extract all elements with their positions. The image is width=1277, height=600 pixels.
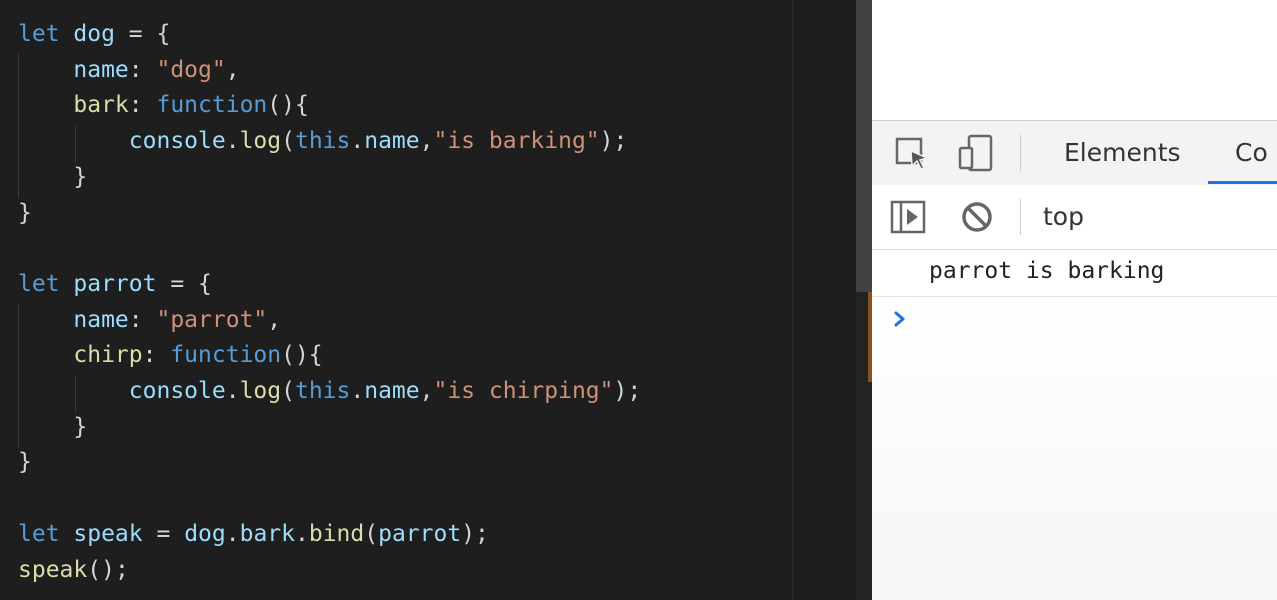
console-toolbar: top [872,185,1277,250]
code-token: chirp [18,342,143,369]
code-token: "is barking" [433,128,600,155]
code-token: dog [59,21,115,47]
code-token: . [225,378,240,404]
code-token: this [294,128,351,155]
code-token: ); [613,378,642,404]
code-token: : [128,92,157,119]
code-line[interactable]: console.log(this.name,"is barking"); [18,123,628,159]
code-token: let [18,21,60,47]
code-line[interactable]: let dog = { [18,16,170,52]
code-line[interactable]: speak(); [18,552,129,588]
toolbar-separator [1020,135,1021,171]
code-line[interactable]: name: "dog", [18,52,240,88]
code-line[interactable]: let speak = dog.bark.bind(parrot); [18,516,489,552]
console-prompt[interactable] [872,297,1277,600]
inspect-element-icon[interactable] [894,136,930,176]
code-token: "is chirping" [433,378,614,404]
code-token: name [18,306,129,333]
code-token: function [170,342,282,369]
code-token: console [18,128,226,155]
context-selector[interactable]: top [1043,202,1084,231]
code-line[interactable]: } [18,444,32,480]
code-token: : [142,342,171,369]
show-sidebar-icon[interactable] [890,200,928,238]
code-token: this [294,378,351,404]
code-token: ); [599,128,628,155]
code-token: ( [364,520,379,547]
code-token: name [18,56,129,83]
code-token: name [364,128,420,155]
code-token: name [364,378,420,404]
code-line[interactable]: } [18,195,32,231]
code-token: let [18,270,60,297]
code-token: speak [59,520,143,547]
prompt-chevron-icon [892,309,908,333]
device-toolbar-icon[interactable] [957,134,995,176]
code-token: } [18,199,32,226]
code-token: = { [114,21,171,47]
code-token: log [239,128,282,155]
code-token: (); [87,556,129,583]
active-tab-indicator [1208,181,1277,184]
code-token: , [419,128,434,155]
code-token: function [156,92,268,119]
code-token: = [142,520,185,547]
code-line[interactable]: chirp: function(){ [18,337,323,373]
code-token: , [419,378,434,404]
code-token: (){ [281,342,323,369]
code-token: : [128,56,157,83]
code-token: log [239,378,282,404]
code-token: (){ [267,92,309,119]
tab-console[interactable]: Co [1235,138,1268,167]
code-line[interactable]: console.log(this.name,"is chirping"); [18,373,641,409]
code-token: ( [281,128,295,155]
console-message-text: parrot is barking [929,258,1165,284]
code-token: ( [281,378,295,404]
code-token: , [225,56,240,83]
code-token: parrot [378,520,462,547]
code-token: bark [239,520,295,547]
code-token: console [18,378,226,404]
code-token: } [18,163,88,190]
code-line[interactable]: } [18,159,87,195]
code-token: . [350,378,365,404]
editor-ruler [792,0,793,600]
code-line[interactable]: name: "parrot", [18,302,281,338]
code-token: "parrot" [156,306,268,333]
code-token: = { [156,270,212,297]
code-line[interactable]: bark: function(){ [18,87,309,123]
tab-elements[interactable]: Elements [1064,138,1181,167]
code-token: "dog" [156,56,226,83]
console-toolbar-separator [1020,199,1021,235]
code-token: . [294,520,309,547]
editor-scrollbar-thumb[interactable] [856,0,872,292]
code-token: . [225,520,240,547]
devtools-toolbar: Elements Co [872,120,1277,186]
clear-console-icon[interactable] [960,200,994,238]
code-line[interactable]: let parrot = { [18,266,212,302]
code-line[interactable]: } [18,409,87,445]
devtools-panel: Elements Co top parrot is barking [872,0,1277,600]
console-message: parrot is barking [872,250,1277,297]
code-token: } [18,449,32,476]
code-token: bind [308,520,365,547]
code-token: . [225,128,240,155]
code-token: bark [18,92,129,119]
code-token: parrot [59,270,157,297]
code-token: let [18,520,60,547]
code-token: , [267,306,282,333]
code-token: } [18,413,88,440]
code-editor[interactable]: let dog = { name: "dog", bark: function(… [0,0,856,600]
code-token: . [350,128,365,155]
code-token: speak [18,556,88,583]
page-viewport [872,0,1277,120]
code-token: dog [184,520,226,547]
code-token: ); [461,520,489,547]
code-token: : [128,306,157,333]
